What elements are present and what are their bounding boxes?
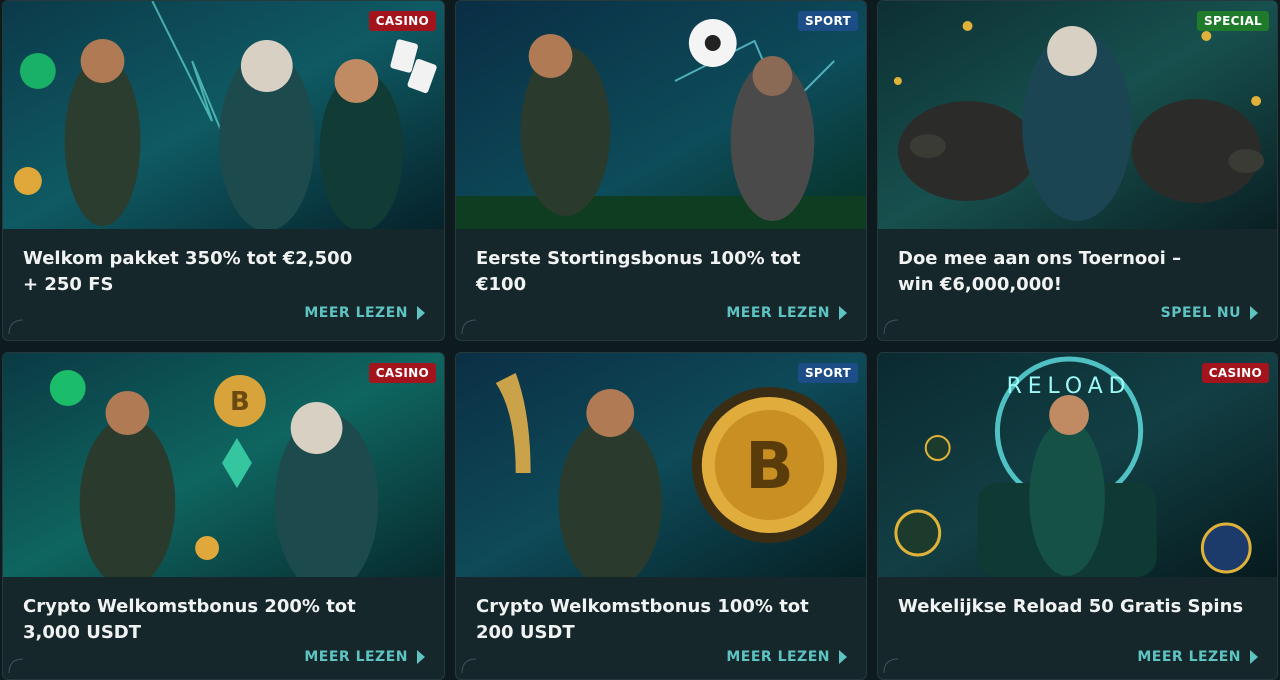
promo-card-tournament[interactable]: SPECIAL Doe mee aan ons Toernooi – win €… [877, 0, 1278, 341]
promo-image: SPORT [456, 1, 866, 229]
cta-label: MEER LEZEN [726, 305, 830, 321]
promo-title-line: Eerste Stortingsbonus 100% tot €100 [476, 248, 801, 295]
promo-title-line: win €6,000,000! [898, 274, 1062, 295]
corner-ornament-icon [8, 658, 24, 674]
category-badge: CASINO [1201, 363, 1269, 383]
chevron-right-icon [839, 650, 847, 664]
cta-label: MEER LEZEN [1137, 649, 1241, 665]
promo-title: Doe mee aan ons Toernooi – win €6,000,00… [898, 246, 1261, 298]
chevron-right-icon [1250, 306, 1258, 320]
promo-title: Crypto Welkomstbonus 100% tot 200 USDT [476, 594, 850, 646]
bitcoin-symbol: B [745, 430, 794, 504]
corner-ornament-icon [8, 319, 24, 335]
cta-label: MEER LEZEN [304, 649, 408, 665]
promo-title: Wekelijkse Reload 50 Gratis Spins [898, 594, 1261, 620]
promo-title-line: 3,000 USDT [23, 622, 142, 643]
promo-image: SPECIAL [878, 1, 1277, 229]
promo-card-welcome-package[interactable]: CASINO Welkom pakket 350% tot €2,500 + 2… [2, 0, 445, 341]
promo-title: Crypto Welkomstbonus 200% tot 3,000 USDT [23, 594, 428, 646]
read-more-link[interactable]: MEER LEZEN [726, 649, 848, 665]
promo-card-weekly-reload[interactable]: RELOAD CASINO Wekelijkse Reload 50 Grati… [877, 352, 1278, 680]
promo-card-first-deposit[interactable]: SPORT Eerste Stortingsbonus 100% tot €10… [455, 0, 867, 341]
corner-ornament-icon [883, 319, 899, 335]
promo-title-line: + 250 FS [23, 274, 114, 295]
chevron-right-icon [417, 306, 425, 320]
bitcoin-symbol: B [230, 387, 250, 417]
corner-ornament-icon [461, 319, 477, 335]
corner-ornament-icon [883, 658, 899, 674]
promotions-grid: CASINO Welkom pakket 350% tot €2,500 + 2… [0, 0, 1280, 680]
chevron-right-icon [417, 650, 425, 664]
category-badge: SPORT [797, 11, 858, 31]
read-more-link[interactable]: MEER LEZEN [726, 305, 848, 321]
chevron-right-icon [839, 306, 847, 320]
promo-title-line: Crypto Welkomstbonus 200% tot [23, 596, 356, 617]
category-badge: SPECIAL [1197, 11, 1269, 31]
promo-title-line: Crypto Welkomstbonus 100% tot [476, 596, 809, 617]
corner-ornament-icon [461, 658, 477, 674]
cta-label: MEER LEZEN [304, 305, 408, 321]
category-badge: CASINO [368, 11, 436, 31]
category-badge: SPORT [797, 363, 858, 383]
promo-card-crypto-casino[interactable]: B CASINO Crypto Welkomstbonus 200% tot 3… [2, 352, 445, 680]
promo-title-line: 200 USDT [476, 622, 575, 643]
promo-image: B SPORT [456, 353, 866, 577]
promo-card-crypto-sport[interactable]: B SPORT Crypto Welkomstbonus 100% tot 20… [455, 352, 867, 680]
promo-image: CASINO [3, 1, 444, 229]
promo-title-line: Welkom pakket 350% tot €2,500 [23, 248, 353, 269]
read-more-link[interactable]: MEER LEZEN [1137, 649, 1259, 665]
promo-title-line: Wekelijkse Reload 50 Gratis Spins [898, 596, 1244, 617]
promo-image: B CASINO [3, 353, 444, 577]
read-more-link[interactable]: MEER LEZEN [304, 305, 426, 321]
promo-title-line: Doe mee aan ons Toernooi – [898, 248, 1182, 269]
read-more-link[interactable]: MEER LEZEN [304, 649, 426, 665]
play-now-link[interactable]: SPEEL NU [1161, 305, 1259, 321]
category-badge: CASINO [368, 363, 436, 383]
chevron-right-icon [1250, 650, 1258, 664]
promo-title: Welkom pakket 350% tot €2,500 + 250 FS [23, 246, 428, 298]
promo-title: Eerste Stortingsbonus 100% tot €100 [476, 246, 850, 298]
cta-label: SPEEL NU [1160, 305, 1241, 321]
cta-label: MEER LEZEN [726, 649, 830, 665]
promo-image: RELOAD CASINO [878, 353, 1277, 577]
